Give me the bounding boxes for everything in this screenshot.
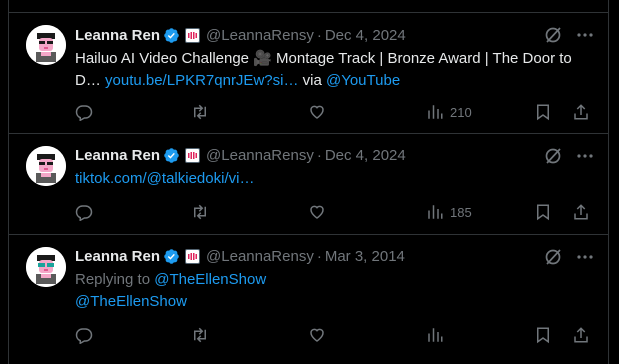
author-handle[interactable]: @LeannaRensy — [206, 27, 314, 44]
avatar[interactable] — [26, 25, 66, 65]
views-icon — [428, 105, 443, 119]
tweet-link[interactable]: tiktok.com/@talkiedoki/vi… — [75, 170, 254, 187]
verified-badge-icon — [163, 147, 180, 164]
retweet-icon — [194, 204, 206, 220]
views-count: 185 — [450, 204, 472, 220]
reply-button[interactable] — [75, 326, 93, 344]
tweet[interactable]: Leanna Ren @LeannaRensy · Mar 3, 2014 Re… — [9, 235, 608, 364]
reply-icon — [75, 105, 93, 121]
share-icon — [574, 327, 588, 343]
like-button[interactable] — [308, 103, 326, 121]
reply-icon — [75, 328, 93, 344]
verified-badge-icon — [163, 248, 180, 265]
like-button[interactable] — [308, 326, 326, 344]
affiliate-badge-icon[interactable] — [185, 147, 201, 163]
author-name[interactable]: Leanna Ren — [75, 248, 160, 265]
author-handle[interactable]: @LeannaRensy — [206, 248, 314, 265]
like-button[interactable] — [308, 203, 326, 221]
tweet-top-actions — [544, 147, 594, 170]
views-count: 210 — [450, 104, 472, 120]
bookmark-icon — [537, 204, 549, 221]
reply-button[interactable] — [75, 203, 93, 221]
tweet[interactable]: Leanna Ren @LeannaRensy · Dec 4, 2024 Ha… — [9, 12, 608, 134]
author-name[interactable]: Leanna Ren — [75, 27, 160, 44]
retweet-button[interactable] — [191, 103, 209, 121]
tweet-link[interactable]: youtu.be/LPKR7qnrJEw?si… — [105, 72, 298, 89]
tweet-text: Replying to @TheEllenShow @TheEllenShow — [75, 269, 588, 313]
timeline-feed: Leanna Ren @LeannaRensy · Dec 4, 2024 Ha… — [8, 0, 609, 364]
bookmark-button[interactable] — [534, 326, 552, 344]
views-button[interactable]: 210 — [426, 103, 472, 121]
tweet-top-actions — [544, 248, 594, 271]
retweet-button[interactable] — [191, 203, 209, 221]
more-icon[interactable] — [576, 26, 594, 49]
affiliate-badge-icon[interactable] — [185, 27, 201, 43]
tweet-header: Leanna Ren @LeannaRensy · Dec 4, 2024 — [75, 25, 406, 45]
share-button[interactable] — [572, 203, 590, 221]
tweet-header: Leanna Ren @LeannaRensy · Dec 4, 2024 — [75, 145, 406, 165]
share-icon — [574, 204, 588, 220]
share-button[interactable] — [572, 103, 590, 121]
like-icon — [310, 328, 324, 342]
tweet-actions: 210 — [75, 101, 594, 123]
views-icon — [428, 328, 443, 342]
bookmark-button[interactable] — [534, 103, 552, 121]
tweet-text: tiktok.com/@talkiedoki/vi… — [75, 168, 588, 190]
separator: · — [316, 247, 322, 265]
affiliate-badge-icon[interactable] — [185, 248, 201, 264]
bookmark-icon — [537, 104, 549, 121]
tweet[interactable]: Leanna Ren @LeannaRensy · Dec 4, 2024 ti… — [9, 134, 608, 235]
mention-link[interactable]: @YouTube — [326, 72, 400, 89]
reply-icon — [75, 205, 93, 221]
share-button[interactable] — [572, 326, 590, 344]
avatar[interactable] — [26, 247, 66, 287]
replying-to-label: Replying to — [75, 271, 151, 288]
bookmark-button[interactable] — [534, 203, 552, 221]
avatar[interactable] — [26, 146, 66, 186]
like-icon — [310, 205, 324, 219]
views-button[interactable] — [426, 326, 444, 344]
views-button[interactable]: 185 — [426, 203, 472, 221]
author-handle[interactable]: @LeannaRensy — [206, 147, 314, 164]
separator: · — [316, 26, 322, 44]
tweet-header: Leanna Ren @LeannaRensy · Mar 3, 2014 — [75, 246, 405, 266]
tweet-body: @TheEllenShow — [75, 291, 588, 313]
author-name[interactable]: Leanna Ren — [75, 147, 160, 164]
verified-badge-icon — [163, 27, 180, 44]
separator: · — [316, 146, 322, 164]
share-icon — [574, 104, 588, 120]
more-icon[interactable] — [576, 248, 594, 271]
bookmark-icon — [537, 327, 549, 344]
reply-button[interactable] — [75, 103, 93, 121]
like-icon — [310, 105, 324, 119]
replying-to-line: Replying to @TheEllenShow — [75, 269, 588, 291]
grok-icon[interactable] — [544, 26, 562, 49]
tweet-top-actions — [544, 26, 594, 49]
mention-link[interactable]: @TheEllenShow — [75, 293, 187, 310]
replying-to-mention[interactable]: @TheEllenShow — [154, 271, 266, 288]
via-label: via — [302, 72, 322, 89]
tweet-actions: 185 — [75, 201, 594, 223]
retweet-icon — [194, 327, 206, 343]
tweet-actions — [75, 324, 594, 346]
tweet-date[interactable]: Dec 4, 2024 — [325, 147, 406, 164]
views-icon — [428, 205, 443, 219]
grok-icon[interactable] — [544, 147, 562, 170]
retweet-icon — [194, 104, 206, 120]
tweet-date[interactable]: Mar 3, 2014 — [325, 248, 405, 265]
more-icon[interactable] — [576, 147, 594, 170]
tweet-text: Hailuo AI Video Challenge 🎥 Montage Trac… — [75, 48, 588, 92]
retweet-button[interactable] — [191, 326, 209, 344]
grok-icon[interactable] — [544, 248, 562, 271]
tweet-date[interactable]: Dec 4, 2024 — [325, 27, 406, 44]
